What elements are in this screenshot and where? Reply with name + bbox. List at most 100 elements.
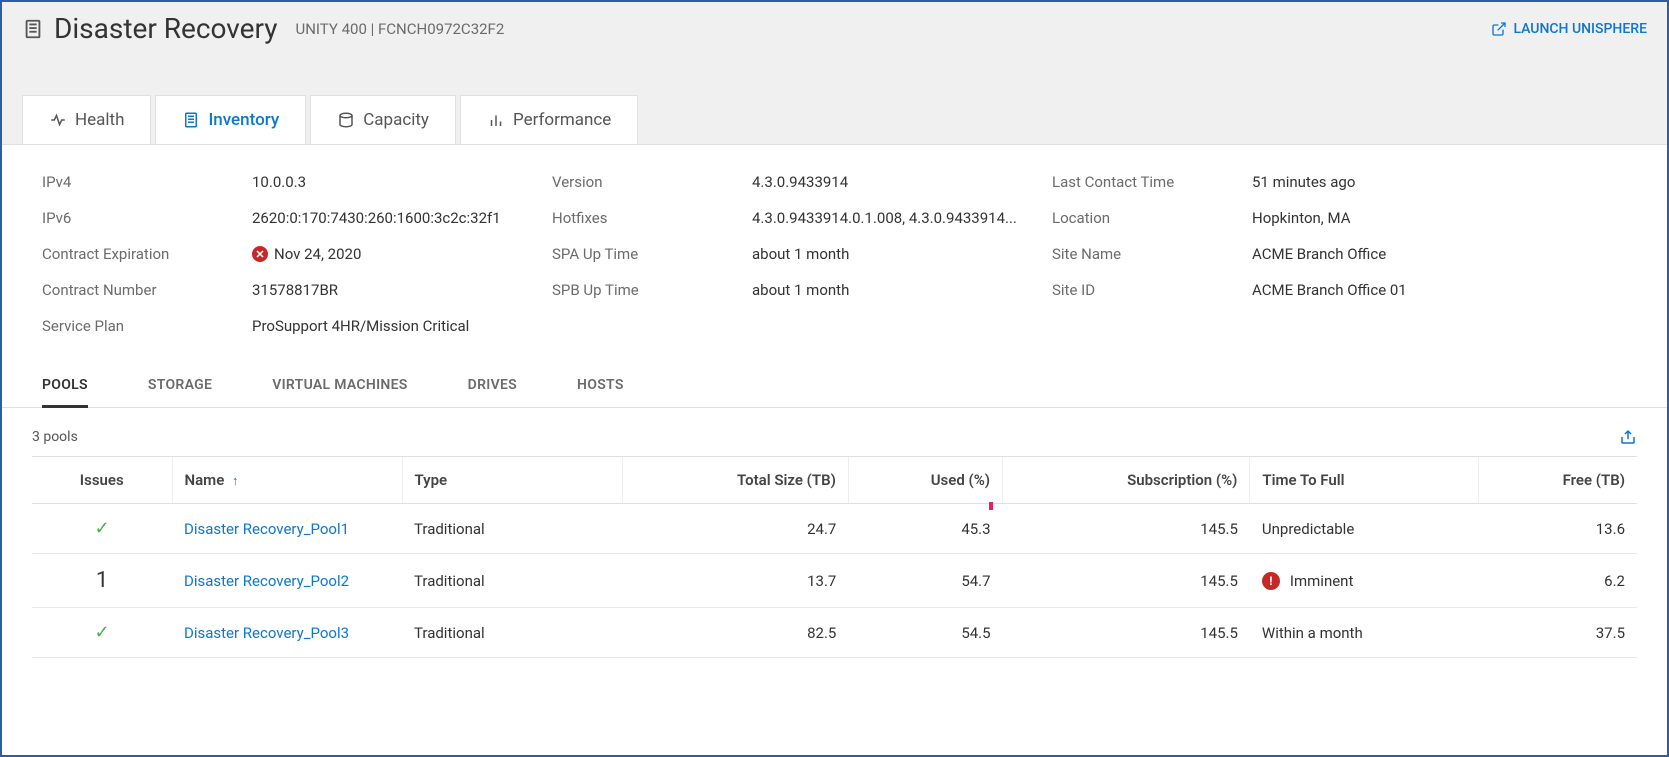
cell-used: 54.5 <box>848 608 1002 658</box>
contract-num-label: Contract Number <box>42 281 252 299</box>
issue-count: 1 <box>96 568 108 593</box>
sub-tab-hosts[interactable]: HOSTS <box>577 365 624 407</box>
site-name-value: ACME Branch Office <box>1252 245 1512 263</box>
contract-exp-label: Contract Expiration <box>42 245 252 263</box>
col-name[interactable]: Name ↑ <box>172 457 402 504</box>
cell-ttf: !Imminent <box>1250 554 1478 608</box>
col-type[interactable]: Type <box>402 457 622 504</box>
threshold-marker <box>989 502 993 510</box>
service-plan-label: Service Plan <box>42 317 252 335</box>
cell-name: Disaster Recovery_Pool1 <box>172 504 402 554</box>
sub-tab-drives[interactable]: DRIVES <box>468 365 517 407</box>
tab-capacity-label: Capacity <box>363 110 429 130</box>
cell-subscription: 145.5 <box>1003 554 1250 608</box>
cell-free: 6.2 <box>1478 554 1637 608</box>
pools-table: Issues Name ↑ Type Total Size (TB) Used … <box>32 456 1637 658</box>
cell-ttf: Unpredictable <box>1250 504 1478 554</box>
ipv4-label: IPv4 <box>42 173 252 191</box>
version-label: Version <box>552 173 752 191</box>
check-icon: ✓ <box>94 622 109 643</box>
hotfixes-label: Hotfixes <box>552 209 752 227</box>
pool-link[interactable]: Disaster Recovery_Pool3 <box>184 624 349 642</box>
tab-inventory[interactable]: Inventory <box>155 95 306 144</box>
tab-capacity[interactable]: Capacity <box>310 95 456 144</box>
health-icon <box>49 111 67 129</box>
ipv4-value: 10.0.0.3 <box>252 173 552 191</box>
cell-name: Disaster Recovery_Pool2 <box>172 554 402 608</box>
version-value: 4.3.0.9433914 <box>752 173 1052 191</box>
sub-tab-storage[interactable]: STORAGE <box>148 365 212 407</box>
cell-type: Traditional <box>402 504 622 554</box>
col-used-label: Used (%) <box>931 471 990 489</box>
hotfixes-value: 4.3.0.9433914.0.1.008, 4.3.0.9433914... <box>752 209 1052 227</box>
tab-health[interactable]: Health <box>22 95 151 144</box>
page-title: Disaster Recovery <box>54 12 278 45</box>
col-subscription[interactable]: Subscription (%) <box>1003 457 1250 504</box>
col-used[interactable]: Used (%) <box>848 457 1002 504</box>
site-id-value: ACME Branch Office 01 <box>1252 281 1512 299</box>
pool-count: 3 pools <box>32 429 78 445</box>
inventory-details: IPv4 10.0.0.3 Version 4.3.0.9433914 Last… <box>2 145 1667 365</box>
spa-label: SPA Up Time <box>552 245 752 263</box>
sub-tab-vms[interactable]: VIRTUAL MACHINES <box>272 365 407 407</box>
location-value: Hopkinton, MA <box>1252 209 1512 227</box>
tab-inventory-label: Inventory <box>208 110 279 130</box>
cell-name: Disaster Recovery_Pool3 <box>172 608 402 658</box>
ipv6-value: 2620:0:170:7430:260:1600:3c2c:32f1 <box>252 209 552 227</box>
cell-type: Traditional <box>402 554 622 608</box>
last-contact-label: Last Contact Time <box>1052 173 1252 191</box>
location-label: Location <box>1052 209 1252 227</box>
cell-subscription: 145.5 <box>1003 504 1250 554</box>
contract-num-value: 31578817BR <box>252 281 552 299</box>
cell-total: 24.7 <box>622 504 848 554</box>
last-contact-value: 51 minutes ago <box>1252 173 1512 191</box>
sort-ascending-icon: ↑ <box>232 474 239 489</box>
tab-performance-label: Performance <box>513 110 611 130</box>
table-row[interactable]: ✓ Disaster Recovery_Pool3 Traditional82.55… <box>32 608 1637 658</box>
cell-used: 45.3 <box>848 504 1002 554</box>
contract-exp-text: Nov 24, 2020 <box>274 245 361 263</box>
cell-subscription: 145.5 <box>1003 608 1250 658</box>
col-free[interactable]: Free (TB) <box>1478 457 1637 504</box>
col-issues[interactable]: Issues <box>32 457 172 504</box>
pool-link[interactable]: Disaster Recovery_Pool2 <box>184 572 349 590</box>
table-row[interactable]: ✓ Disaster Recovery_Pool1 Traditional24.74… <box>32 504 1637 554</box>
cell-issues: 1 <box>32 554 172 608</box>
alert-icon: ! <box>1262 572 1280 590</box>
table-row[interactable]: 1Disaster Recovery_Pool2Traditional13.75… <box>32 554 1637 608</box>
site-name-label: Site Name <box>1052 245 1252 263</box>
capacity-icon <box>337 111 355 129</box>
spb-label: SPB Up Time <box>552 281 752 299</box>
tab-health-label: Health <box>75 110 124 130</box>
cell-total: 82.5 <box>622 608 848 658</box>
system-identifier: UNITY 400 | FCNCH0972C32F2 <box>296 20 505 38</box>
cell-free: 13.6 <box>1478 504 1637 554</box>
launch-unisphere-link[interactable]: LAUNCH UNISPHERE <box>1491 21 1647 37</box>
launch-unisphere-label: LAUNCH UNISPHERE <box>1513 21 1647 37</box>
sub-tab-pools[interactable]: POOLS <box>42 365 88 408</box>
tab-performance[interactable]: Performance <box>460 95 638 144</box>
ipv6-label: IPv6 <box>42 209 252 227</box>
cell-issues: ✓ <box>32 504 172 554</box>
site-id-label: Site ID <box>1052 281 1252 299</box>
col-total[interactable]: Total Size (TB) <box>622 457 848 504</box>
cell-free: 37.5 <box>1478 608 1637 658</box>
cell-type: Traditional <box>402 608 622 658</box>
external-link-icon <box>1491 21 1507 37</box>
main-tab-strip: Health Inventory Capacity Performance <box>2 45 1667 144</box>
cell-total: 13.7 <box>622 554 848 608</box>
spb-value: about 1 month <box>752 281 1052 299</box>
check-icon: ✓ <box>94 518 109 539</box>
cell-ttf: Within a month <box>1250 608 1478 658</box>
system-icon <box>22 18 44 40</box>
export-icon[interactable] <box>1619 428 1637 446</box>
pool-link[interactable]: Disaster Recovery_Pool1 <box>184 520 349 538</box>
inventory-sub-tabs: POOLS STORAGE VIRTUAL MACHINES DRIVES HO… <box>2 365 1667 408</box>
inventory-icon <box>182 111 200 129</box>
error-icon: ✕ <box>252 246 268 262</box>
service-plan-value: ProSupport 4HR/Mission Critical <box>252 317 552 335</box>
spa-value: about 1 month <box>752 245 1052 263</box>
col-name-label: Name <box>185 471 225 489</box>
col-ttf[interactable]: Time To Full <box>1250 457 1478 504</box>
performance-icon <box>487 111 505 129</box>
